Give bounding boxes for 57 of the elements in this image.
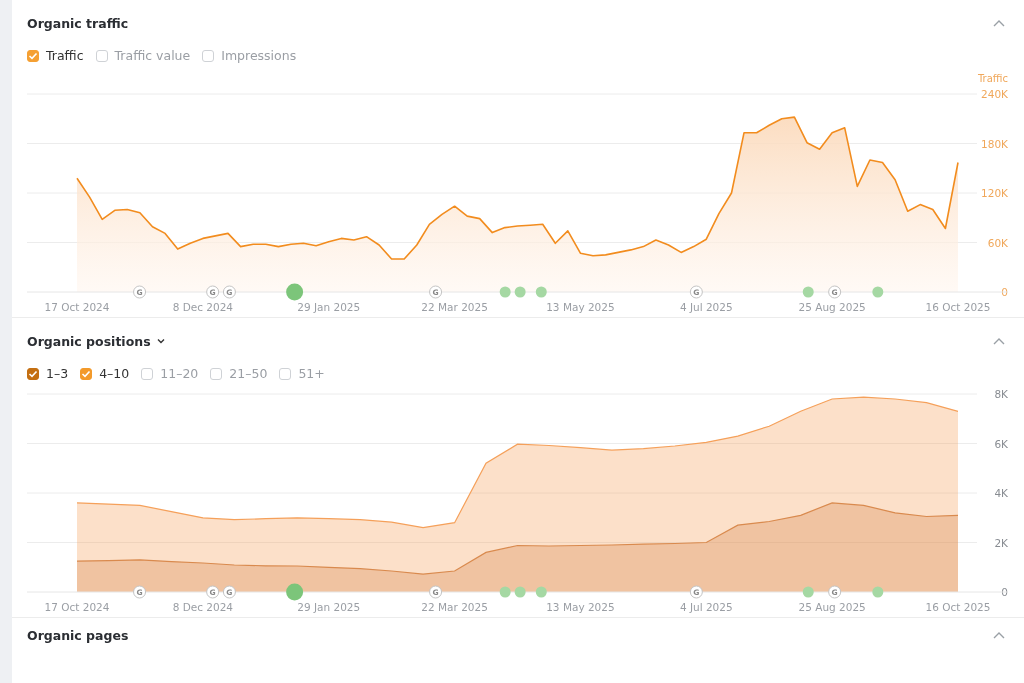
series-checkbox[interactable]: Traffic value xyxy=(95,48,191,63)
section-title: Organic traffic xyxy=(27,15,129,31)
y-axis-label: 0 xyxy=(1001,286,1008,298)
x-axis-label: 17 Oct 2024 xyxy=(44,301,110,313)
x-axis-label: 17 Oct 2024 xyxy=(44,601,110,613)
x-axis-label: 22 Mar 2025 xyxy=(421,601,488,613)
chevron-up-icon[interactable] xyxy=(993,19,1005,27)
y-axis-label: 6K xyxy=(994,437,1008,450)
event-dot[interactable] xyxy=(514,286,526,298)
y-axis-label: 180K xyxy=(981,137,1008,150)
y-axis-label: 120K xyxy=(981,187,1008,199)
event-dot[interactable] xyxy=(499,586,511,598)
x-axis-label: 4 Jul 2025 xyxy=(679,301,733,313)
event-dot[interactable] xyxy=(514,586,526,598)
x-axis-label: 16 Oct 2025 xyxy=(925,301,991,313)
event-dot[interactable] xyxy=(535,286,547,298)
x-axis-label: 22 Mar 2025 xyxy=(421,301,488,313)
section-title: Organic pages xyxy=(27,627,129,643)
chevron-up-icon[interactable] xyxy=(993,337,1005,345)
event-dot[interactable] xyxy=(872,586,884,598)
y-axis-label: 2K xyxy=(994,536,1008,549)
x-axis-label: 8 Dec 2024 xyxy=(172,601,234,613)
series-checkbox[interactable]: 21–50 xyxy=(210,366,268,381)
event-dot[interactable] xyxy=(872,286,884,298)
series-checkbox[interactable]: 1–3 xyxy=(27,366,69,381)
series-checkbox[interactable]: Impressions xyxy=(202,48,297,63)
event-dot[interactable] xyxy=(535,586,547,598)
chevron-down-icon[interactable] xyxy=(156,338,165,344)
x-axis-label: 13 May 2025 xyxy=(546,601,615,613)
x-axis-label: 8 Dec 2024 xyxy=(172,301,234,313)
checkmark-icon xyxy=(28,369,38,378)
x-axis-label: 4 Jul 2025 xyxy=(679,601,733,613)
checkmark-icon xyxy=(28,51,38,60)
y-axis-label: 60K xyxy=(987,236,1008,249)
chevron-up-icon[interactable] xyxy=(993,631,1005,639)
series-checkbox[interactable]: 11–20 xyxy=(141,366,199,381)
event-dot[interactable] xyxy=(802,586,814,598)
x-axis-label: 25 Aug 2025 xyxy=(798,601,866,613)
x-axis-label: 16 Oct 2025 xyxy=(925,601,991,613)
y-axis-label: 0 xyxy=(1001,586,1008,598)
event-dot[interactable] xyxy=(802,286,814,298)
series-checkbox[interactable]: 4–10 xyxy=(80,366,130,381)
event-dot[interactable] xyxy=(286,283,304,301)
x-axis-label: 29 Jan 2025 xyxy=(297,601,361,613)
section-title[interactable]: Organic positions xyxy=(27,333,151,349)
y-axis-label: 240K xyxy=(981,88,1008,100)
axis-title: Traffic xyxy=(977,73,1008,84)
y-axis-label: 4K xyxy=(994,487,1008,499)
x-axis-label: 25 Aug 2025 xyxy=(798,301,866,313)
series-checkbox[interactable]: 51+ xyxy=(279,366,325,381)
x-axis-label: 29 Jan 2025 xyxy=(297,301,361,313)
checkmark-icon xyxy=(81,369,92,378)
event-dot[interactable] xyxy=(499,286,511,298)
event-dot[interactable] xyxy=(286,583,304,601)
x-axis-label: 13 May 2025 xyxy=(546,301,615,313)
series-checkbox[interactable]: Traffic xyxy=(27,48,84,63)
y-axis-label: 8K xyxy=(994,388,1008,400)
